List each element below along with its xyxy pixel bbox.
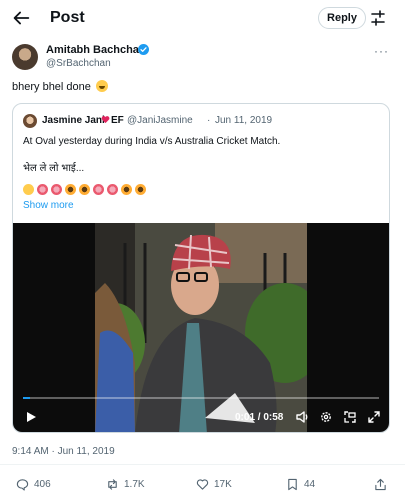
quoted-date: Jun 11, 2019 — [215, 115, 273, 126]
repost-action[interactable]: 1.7K — [106, 477, 145, 491]
divider — [0, 464, 405, 465]
video-progress-fill — [23, 397, 31, 399]
verified-badge-icon — [138, 44, 149, 55]
video-player[interactable]: 0:01 / 0:58 — [13, 223, 389, 432]
sunflower-icon — [121, 184, 132, 195]
tweet-text: bhery bhel done — [12, 80, 108, 93]
rofl-emoji-icon — [95, 80, 108, 92]
bookmark-count: 44 — [304, 478, 316, 490]
top-bar: Post Reply — [0, 0, 405, 36]
reply-icon — [16, 478, 29, 491]
heart-icon — [196, 478, 209, 490]
fullscreen-icon[interactable] — [367, 410, 381, 424]
sunflower-icon — [135, 184, 146, 195]
video-frame-image — [95, 223, 307, 432]
repost-icon — [108, 478, 117, 490]
picture-in-picture-icon[interactable] — [343, 410, 357, 424]
like-action[interactable]: 17K — [196, 477, 232, 491]
reply-count: 406 — [34, 478, 51, 490]
more-options-icon[interactable]: ··· — [374, 44, 389, 58]
quoted-author-name: Jasmine Jani — [42, 115, 105, 126]
red-heart-icon — [101, 116, 110, 124]
quoted-text-line1: At Oval yesterday during India v/s Austr… — [23, 136, 281, 147]
quoted-avatar — [23, 114, 37, 128]
page-title: Post — [50, 9, 85, 26]
share-action[interactable] — [374, 477, 387, 491]
video-progress-bar[interactable] — [23, 397, 379, 399]
quoted-emoji-row — [23, 184, 146, 196]
face-with-tears-of-joy-icon — [23, 184, 34, 195]
cherry-blossom-icon — [107, 184, 118, 195]
video-frame — [95, 223, 307, 432]
bookmark-icon — [288, 478, 297, 490]
show-more-link[interactable]: Show more — [23, 200, 74, 211]
volume-icon[interactable] — [295, 410, 309, 424]
quoted-separator: · — [207, 115, 211, 126]
tweet-text-content: bhery bhel done — [12, 81, 91, 93]
bookmark-action[interactable]: 44 — [286, 477, 315, 491]
share-icon — [375, 478, 386, 490]
back-arrow-icon[interactable] — [10, 7, 32, 29]
quoted-tweet[interactable]: Jasmine Jani EF @JaniJasmine · Jun 11, 2… — [12, 103, 390, 433]
cherry-blossom-icon — [37, 184, 48, 195]
reply-action[interactable]: 406 — [16, 477, 51, 491]
reply-button[interactable]: Reply — [318, 7, 366, 29]
author-handle[interactable]: @SrBachchan — [46, 58, 111, 69]
cherry-blossom-icon — [93, 184, 104, 195]
settings-gear-icon[interactable] — [319, 410, 333, 424]
sunflower-icon — [65, 184, 76, 195]
author-name[interactable]: Amitabh Bachchan — [46, 44, 146, 56]
filter-settings-icon[interactable] — [370, 9, 386, 27]
play-icon[interactable] — [25, 411, 37, 423]
like-count: 17K — [214, 478, 232, 490]
quoted-text-line2: भेल ले लो भाई... — [23, 163, 85, 174]
video-time: 0:01 / 0:58 — [235, 412, 284, 423]
quoted-author-suffix: EF — [111, 115, 124, 126]
tweet-timestamp[interactable]: 9:14 AM · Jun 11, 2019 — [12, 446, 115, 457]
repost-count: 1.7K — [124, 478, 145, 490]
sunflower-icon — [79, 184, 90, 195]
cherry-blossom-icon — [51, 184, 62, 195]
quoted-author-handle: @JaniJasmine — [127, 115, 193, 126]
avatar[interactable] — [12, 44, 38, 70]
